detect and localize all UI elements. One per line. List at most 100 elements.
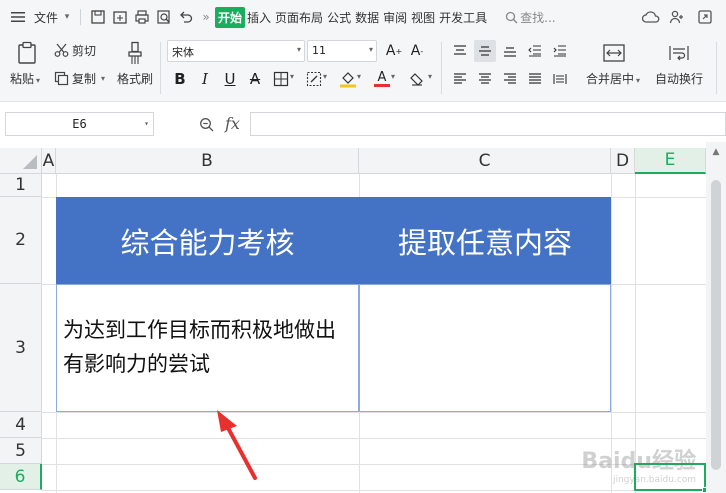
- row-header-4[interactable]: 4: [0, 412, 42, 438]
- scrollbar-thumb[interactable]: [711, 180, 721, 470]
- scroll-up-icon[interactable]: ▲: [706, 144, 726, 160]
- print-icon[interactable]: [131, 6, 153, 28]
- row-header-1[interactable]: 1: [0, 174, 42, 197]
- wrap-text-button[interactable]: 自动换行: [655, 70, 703, 87]
- watermark-url: jingyan.baidu.com: [612, 475, 696, 485]
- wrap-text-icon[interactable]: [665, 42, 693, 64]
- row-header-3[interactable]: 3: [0, 284, 42, 412]
- fx-icon[interactable]: fx: [225, 114, 240, 133]
- paste-label: 粘贴: [10, 72, 35, 86]
- format-painter-icon[interactable]: [122, 40, 148, 66]
- paste-button[interactable]: 粘贴 ▾: [10, 70, 40, 87]
- column-header-d[interactable]: D: [611, 148, 635, 174]
- ribbon-toolbar: 粘贴 ▾ 剪切 复制 ▾ 格式刷 宋体 ▾ 11 ▾ A + A- B I U A ▾…: [0, 34, 726, 102]
- search-box[interactable]: 查找...: [505, 9, 556, 26]
- tab-page-layout[interactable]: 页面布局: [273, 9, 325, 26]
- print-preview-icon[interactable]: [153, 6, 175, 28]
- cloud-sync-icon[interactable]: [640, 6, 662, 28]
- font-size-value: 11: [312, 44, 326, 57]
- row-header-2[interactable]: 2: [0, 197, 42, 284]
- strikethrough-icon[interactable]: A: [244, 68, 266, 90]
- format-painter-button[interactable]: 格式刷: [117, 70, 153, 87]
- cell-c3[interactable]: [359, 284, 611, 412]
- baidu-watermark: Baidu经验 jingyan.baidu.com: [581, 443, 696, 485]
- column-header-c[interactable]: C: [359, 148, 611, 174]
- column-header-b[interactable]: B: [56, 148, 359, 174]
- watermark-brand: Baidu经验: [581, 449, 696, 474]
- font-name-select[interactable]: 宋体 ▾: [167, 40, 305, 62]
- font-color-icon[interactable]: A: [371, 68, 393, 90]
- increase-indent-icon[interactable]: [549, 40, 571, 62]
- bold-icon[interactable]: B: [169, 68, 191, 90]
- cell-c2[interactable]: 提取任意内容: [359, 197, 611, 284]
- row-header-6[interactable]: 6: [0, 464, 42, 490]
- chevron-down-icon[interactable]: ▾: [60, 12, 74, 22]
- align-right-icon[interactable]: [499, 68, 521, 90]
- chevron-down-icon[interactable]: ▾: [323, 72, 327, 81]
- copy-label: 复制: [72, 72, 97, 86]
- save-icon[interactable]: [87, 6, 109, 28]
- italic-icon[interactable]: I: [194, 68, 216, 90]
- tab-data[interactable]: 数据: [353, 9, 381, 26]
- increase-font-size-icon[interactable]: A +: [383, 40, 405, 62]
- share-icon[interactable]: [694, 6, 716, 28]
- select-all-corner[interactable]: [0, 148, 42, 174]
- tab-developer[interactable]: 开发工具: [437, 9, 489, 26]
- align-center-icon[interactable]: [474, 68, 496, 90]
- merge-center-label: 合并居中: [586, 72, 635, 86]
- chevron-down-icon: ▾: [144, 119, 149, 128]
- align-top-icon[interactable]: [449, 40, 471, 62]
- merge-cells-icon[interactable]: [600, 42, 628, 64]
- paste-icon[interactable]: [13, 40, 41, 66]
- justify-icon[interactable]: [524, 68, 546, 90]
- tab-review[interactable]: 审阅: [381, 9, 409, 26]
- font-size-select[interactable]: 11 ▾: [307, 40, 377, 62]
- undo-icon[interactable]: [175, 6, 197, 28]
- column-header-a[interactable]: A: [42, 148, 56, 174]
- copy-button[interactable]: 复制 ▾: [54, 70, 105, 87]
- merge-center-button[interactable]: 合并居中 ▾: [586, 70, 640, 87]
- align-middle-icon[interactable]: [474, 40, 496, 62]
- distribute-icon[interactable]: [549, 68, 571, 90]
- annotation-arrow-icon: [217, 410, 257, 480]
- decrease-font-size-icon[interactable]: A-: [406, 40, 428, 62]
- chevron-down-icon[interactable]: ▾: [428, 72, 432, 81]
- vertical-scrollbar[interactable]: ▲: [706, 142, 726, 493]
- tab-home[interactable]: 开始: [215, 6, 246, 28]
- spreadsheet-grid: A B C D E 1 2 3 4 5 6 综合能力考核 提取任意内容 为达到工…: [0, 142, 726, 493]
- export-icon[interactable]: [109, 6, 131, 28]
- tab-insert[interactable]: 插入: [245, 9, 273, 26]
- fill-color-icon[interactable]: [337, 68, 359, 90]
- formula-input[interactable]: [250, 112, 726, 136]
- collaborate-icon[interactable]: [666, 6, 688, 28]
- tab-formulas[interactable]: 公式: [325, 9, 353, 26]
- chevron-down-icon: ▾: [101, 74, 106, 83]
- borders-icon[interactable]: [270, 68, 292, 90]
- chevron-down-icon: ▾: [368, 45, 373, 54]
- cell-b3[interactable]: 为达到工作目标而积极地做出有影响力的尝试: [56, 284, 359, 412]
- column-header-e[interactable]: E: [635, 148, 706, 174]
- align-left-icon[interactable]: [449, 68, 471, 90]
- cell-style-icon[interactable]: [303, 68, 325, 90]
- clear-format-icon[interactable]: [406, 68, 428, 90]
- cell-reference: E6: [72, 117, 87, 131]
- chevron-down-icon[interactable]: ▾: [290, 72, 294, 81]
- decrease-indent-icon[interactable]: [524, 40, 546, 62]
- row-header-5[interactable]: 5: [0, 438, 42, 464]
- zoom-formula-icon[interactable]: [198, 116, 216, 134]
- name-box[interactable]: E6 ▾: [5, 112, 154, 136]
- divider: [716, 42, 717, 94]
- align-bottom-icon[interactable]: [499, 40, 521, 62]
- hamburger-menu-icon[interactable]: [4, 6, 32, 28]
- cut-button[interactable]: 剪切: [54, 42, 96, 59]
- chevron-down-icon[interactable]: ▾: [391, 72, 395, 81]
- cell-b2[interactable]: 综合能力考核: [56, 197, 359, 284]
- divider: [160, 42, 161, 94]
- file-menu[interactable]: 文件: [32, 9, 60, 26]
- chevron-down-icon[interactable]: ▾: [357, 72, 361, 81]
- tab-view[interactable]: 视图: [409, 9, 437, 26]
- more-chevron-icon[interactable]: »: [197, 10, 215, 24]
- underline-icon[interactable]: U: [219, 68, 241, 90]
- chevron-down-icon: ▾: [636, 76, 641, 85]
- gridline: [42, 490, 706, 491]
